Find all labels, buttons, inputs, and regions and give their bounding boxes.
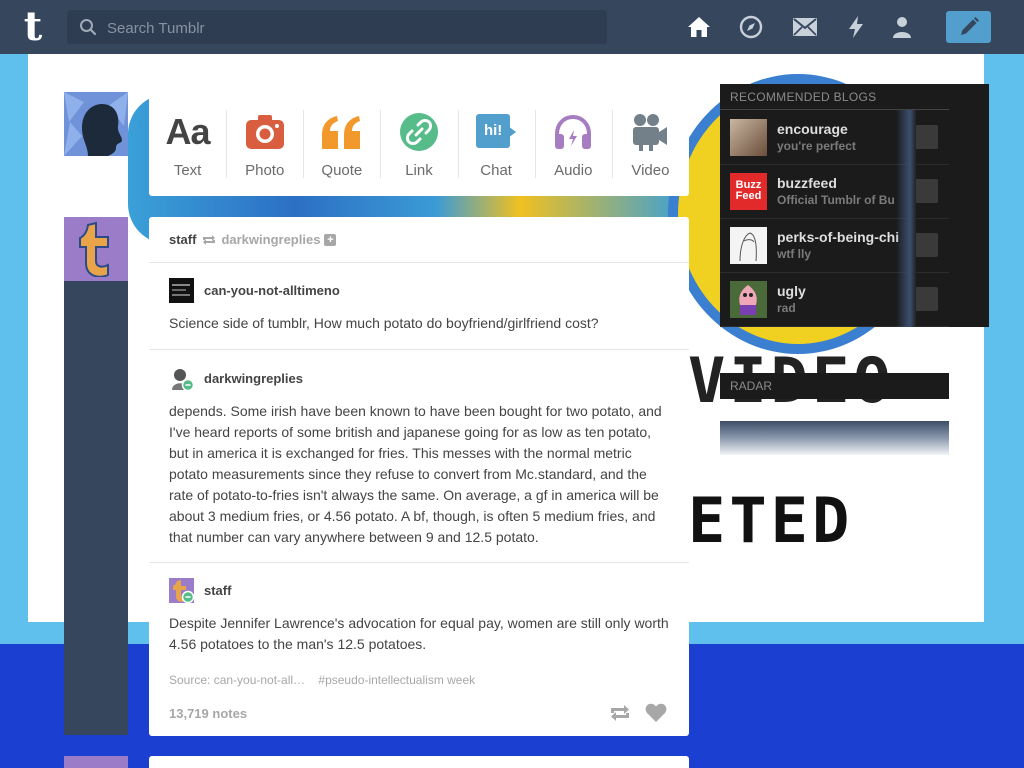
- entry-text: depends. Some irish have been known to h…: [169, 403, 662, 545]
- headphones-icon: [553, 110, 593, 154]
- entry-username[interactable]: staff: [204, 583, 231, 598]
- video-camera-icon: [631, 110, 669, 154]
- text-post-icon: Aa: [165, 110, 211, 152]
- blog-subtitle: rad: [777, 301, 796, 315]
- post-type-label: Link: [405, 161, 433, 179]
- radar-panel: RADAR: [720, 373, 949, 399]
- blog-avatar[interactable]: [169, 366, 195, 391]
- recommended-blogs-title: RECOMMENDED BLOGS: [730, 90, 877, 104]
- search-box[interactable]: [67, 10, 607, 46]
- tumblr-t-icon: [79, 221, 109, 277]
- buzzfeed-logo: Buzz Feed: [730, 172, 767, 210]
- blog-name: perks-of-being-chi: [777, 229, 900, 245]
- compose-button[interactable]: [946, 11, 991, 43]
- follow-plus-icon[interactable]: +: [324, 233, 337, 246]
- reblog-entry: staff Despite Jennifer Lawrence's advoca…: [169, 577, 669, 655]
- activity-icon[interactable]: [841, 12, 871, 42]
- blog-name: encourage: [777, 121, 848, 137]
- recommended-blogs-panel: RECOMMENDED BLOGS encourage you're perfe…: [720, 84, 989, 327]
- blog-avatar: [730, 118, 767, 156]
- panel-fade: [896, 110, 916, 327]
- like-heart-icon[interactable]: [645, 703, 667, 723]
- follow-button[interactable]: [914, 125, 938, 149]
- blog-avatar[interactable]: [169, 577, 195, 603]
- post-divider: [149, 262, 689, 263]
- post-type-link[interactable]: Link: [380, 92, 457, 196]
- entry-text: Despite Jennifer Lawrence's advocation f…: [169, 615, 669, 652]
- post-header: staff darkwingreplies +: [169, 232, 337, 247]
- post-type-label: Video: [631, 161, 670, 179]
- blog-avatar: [730, 280, 767, 318]
- post-type-label: Quote: [321, 161, 363, 179]
- post-tag[interactable]: #pseudo-intellectualism week: [318, 673, 475, 687]
- quote-icon: [320, 110, 364, 154]
- inbox-icon[interactable]: [790, 12, 820, 42]
- dashboard-post: staff darkwingreplies + can-you-not-allt…: [149, 217, 689, 736]
- account-icon[interactable]: [887, 12, 917, 42]
- source-link[interactable]: Source: can-you-not-all…: [169, 673, 305, 687]
- blog-avatar[interactable]: [169, 277, 194, 303]
- pencil-icon: [960, 17, 979, 35]
- follow-button[interactable]: [914, 179, 938, 203]
- blog-avatar: [730, 226, 767, 264]
- reblog-small-icon: [203, 234, 216, 245]
- entry-text: Science side of tumblr, How much potato …: [169, 315, 599, 331]
- follow-button[interactable]: [914, 233, 938, 257]
- user-avatar[interactable]: [64, 92, 128, 156]
- user-silhouette-icon: [64, 92, 128, 156]
- reblogged-from-link[interactable]: darkwingreplies: [221, 232, 320, 247]
- blog-subtitle: you're perfect: [777, 139, 856, 153]
- chat-icon: hi!: [476, 110, 517, 154]
- post-type-chat[interactable]: hi! Chat: [457, 92, 535, 196]
- post-divider: [149, 562, 689, 563]
- post-author-link[interactable]: staff: [169, 232, 196, 247]
- post-type-label: Chat: [480, 161, 512, 179]
- reblog-entry: darkwingreplies depends. Some irish have…: [169, 365, 669, 548]
- post-type-label: Audio: [554, 161, 593, 179]
- post-source: Source: can-you-not-all… #pseudo-intelle…: [169, 673, 475, 687]
- post-actions: [609, 703, 667, 723]
- post-type-photo[interactable]: Photo: [226, 92, 303, 196]
- post-type-label: Photo: [245, 161, 285, 179]
- post-type-video[interactable]: Video: [611, 92, 689, 196]
- link-icon: [399, 110, 439, 154]
- entry-username[interactable]: darkwingreplies: [204, 371, 303, 386]
- explore-icon[interactable]: [736, 12, 766, 42]
- search-icon: [80, 19, 97, 36]
- follow-button[interactable]: [914, 287, 938, 311]
- blog-name: buzzfeed: [777, 175, 837, 191]
- camera-icon: [245, 110, 285, 154]
- reblog-entry: can-you-not-alltimeno Science side of tu…: [169, 277, 669, 334]
- next-post-avatar[interactable]: [64, 756, 128, 768]
- post-type-quote[interactable]: Quote: [303, 92, 380, 196]
- reblog-icon[interactable]: [609, 703, 631, 723]
- tumblr-logo[interactable]: t: [16, 7, 50, 47]
- post-type-bar: Aa Text Photo Quote Link hi! Chat Audio …: [149, 92, 689, 196]
- top-navigation-bar: t: [0, 0, 1024, 54]
- sticky-avatar-column: [64, 281, 128, 735]
- next-post-card: [149, 756, 689, 768]
- post-type-label: Text: [173, 161, 202, 179]
- post-type-text[interactable]: Aa Text: [149, 92, 226, 196]
- home-icon[interactable]: [684, 12, 714, 42]
- post-divider: [149, 349, 689, 350]
- notes-count[interactable]: 13,719 notes: [169, 706, 247, 721]
- post-type-audio[interactable]: Audio: [534, 92, 612, 196]
- background-text: ETED: [688, 484, 854, 557]
- search-input[interactable]: [105, 10, 599, 46]
- radar-title: RADAR: [730, 379, 773, 393]
- blog-subtitle: wtf lly: [777, 247, 812, 261]
- radar-image[interactable]: [720, 421, 949, 455]
- blog-name: ugly: [777, 283, 806, 299]
- staff-avatar[interactable]: [64, 217, 128, 281]
- blog-subtitle: Official Tumblr of Bu: [777, 193, 895, 207]
- entry-username[interactable]: can-you-not-alltimeno: [204, 283, 340, 298]
